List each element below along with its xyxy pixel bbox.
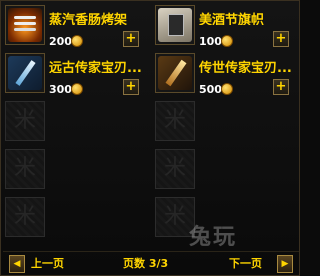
item-price: 500 [199,83,222,96]
empty-cell: 米 [155,149,299,197]
item-price: 100 [199,35,222,48]
next-page-button[interactable]: 下一页 [229,255,262,273]
item-cell[interactable]: 远古传家宝刃... 300 + [5,53,149,101]
empty-cell: 米 [5,101,149,149]
empty-slot: 米 [155,101,195,141]
grill-icon [8,8,42,42]
buy-button[interactable]: + [123,79,139,95]
currency-coin-icon [71,83,83,95]
empty-slot-mark: 米 [13,156,36,181]
item-cell[interactable]: 美酒节旗帜 100 + [155,5,299,53]
blade-icon [8,56,42,90]
empty-slot-mark: 米 [13,108,36,133]
page-indicator: 页数 3/3 [123,257,169,270]
item-price: 200 [49,35,72,48]
next-page-arrow-icon[interactable]: ▶ [277,255,293,273]
item-slot[interactable] [155,5,195,45]
buy-button[interactable]: + [123,31,139,47]
item-cell[interactable]: 蒸汽香肠烤架 200 + [5,5,149,53]
empty-slot: 米 [5,149,45,189]
item-name: 美酒节旗帜 [199,13,265,25]
empty-cell: 米 [5,197,149,245]
empty-slot-mark: 米 [163,108,186,133]
item-slot[interactable] [155,53,195,93]
prev-page-button[interactable]: 上一页 [31,255,64,273]
item-name: 蒸汽香肠烤架 [49,13,128,25]
vendor-window: 蒸汽香肠烤架 200 + 美酒节旗帜 100 + 远古传家宝刃... 300 + [0,0,300,276]
prev-page-arrow-icon[interactable]: ◀ [9,255,25,273]
empty-slot: 米 [155,149,195,189]
empty-slot: 米 [5,197,45,237]
item-slot[interactable] [5,53,45,93]
empty-cell: 米 [5,149,149,197]
item-price: 300 [49,83,72,96]
empty-slot-mark: 米 [13,204,36,229]
empty-slot-mark: 米 [163,156,186,181]
buy-button[interactable]: + [273,79,289,95]
empty-slot: 米 [5,101,45,141]
currency-coin-icon [221,35,233,47]
item-grid: 蒸汽香肠烤架 200 + 美酒节旗帜 100 + 远古传家宝刃... 300 + [5,5,295,247]
empty-cell: 米 [155,101,299,149]
currency-coin-icon [221,83,233,95]
buy-button[interactable]: + [273,31,289,47]
item-name: 远古传家宝刃... [49,61,142,73]
banner-icon [158,8,192,42]
currency-coin-icon [71,35,83,47]
item-slot[interactable] [5,5,45,45]
blade-icon [158,56,192,90]
watermark: 兔玩 [189,225,238,250]
pagination-bar: ◀ 上一页 页数 3/3 下一页 ▶ [3,251,299,276]
item-name: 传世传家宝刃... [199,61,292,73]
item-cell[interactable]: 传世传家宝刃... 500 + [155,53,299,101]
